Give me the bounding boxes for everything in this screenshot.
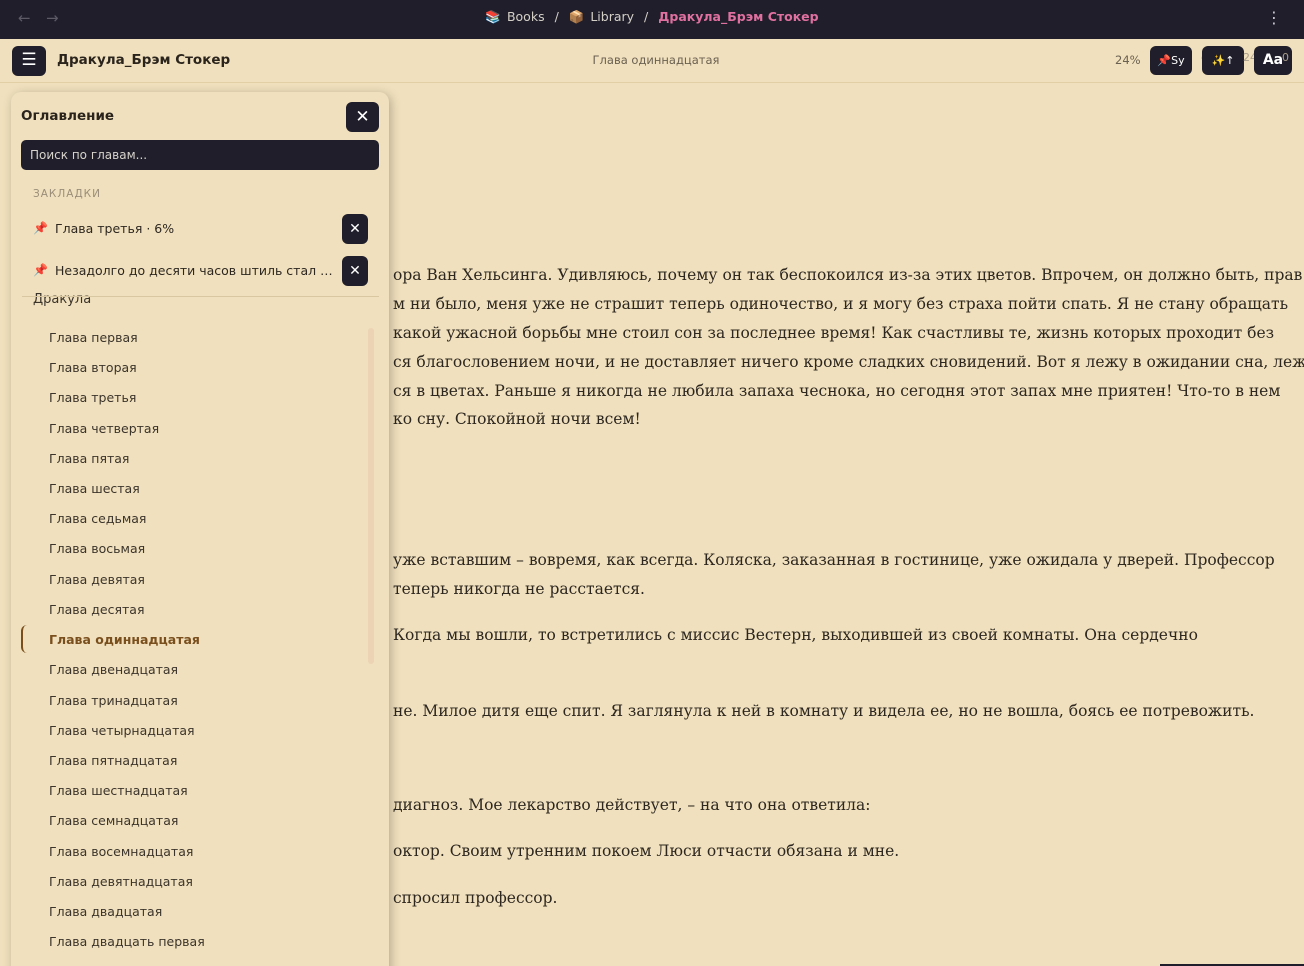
text-line: уже вставшим – вовремя, как всегда. Коля… bbox=[393, 551, 1275, 569]
toc-chapter-item[interactable]: Глава девятнадцатая bbox=[49, 874, 193, 889]
toc-chapter-item[interactable]: Глава восьмая bbox=[49, 541, 145, 556]
toc-chapter-item[interactable]: Глава двадцатая bbox=[49, 904, 162, 919]
books-icon: 📚 bbox=[485, 9, 501, 24]
pin-icon: 📌 bbox=[33, 263, 48, 277]
toc-chapter-item[interactable]: Глава восемнадцатая bbox=[49, 844, 193, 859]
bookmark-label: Глава третья · 6% bbox=[55, 221, 175, 236]
more-menu-icon[interactable]: ⋮ bbox=[1266, 8, 1282, 27]
breadcrumb-separator: / bbox=[554, 9, 559, 24]
toc-chapter-item[interactable]: Глава семнадцатая bbox=[49, 813, 178, 828]
text-line: Когда мы вошли, то встретились с миссис … bbox=[393, 626, 1198, 644]
toc-chapter-item[interactable]: Глава шестнадцатая bbox=[49, 783, 188, 798]
toc-chapter-item[interactable]: Глава пятая bbox=[49, 451, 129, 466]
text-line: м ни было, меня уже не страшит теперь од… bbox=[393, 295, 1289, 313]
reading-progress: 24% bbox=[1115, 53, 1141, 67]
toc-chapter-item[interactable]: Глава четвертая bbox=[49, 421, 159, 436]
toc-chapter-item[interactable]: Глава вторая bbox=[49, 360, 137, 375]
toc-chapter-item[interactable]: Глава седьмая bbox=[49, 511, 146, 526]
toc-chapter-item[interactable]: Глава двадцать первая bbox=[49, 934, 205, 949]
delete-bookmark-button[interactable]: ✕ bbox=[342, 256, 368, 286]
text-line: не. Милое дитя еще спит. Я заглянула к н… bbox=[393, 702, 1255, 720]
chapter-search-input[interactable] bbox=[21, 140, 379, 170]
bookmarks-header: ЗАКЛАДКИ bbox=[33, 188, 101, 200]
library-icon: 📦 bbox=[568, 9, 585, 24]
text-line: октор. Своим утренним покоем Люси отчаст… bbox=[393, 842, 900, 860]
toc-chapter-item[interactable]: Глава третья bbox=[49, 390, 136, 405]
ai-assistant-button[interactable]: ✨↑ bbox=[1202, 46, 1244, 75]
breadcrumb-books[interactable]: Books bbox=[507, 9, 545, 24]
toc-title: Оглавление bbox=[21, 108, 115, 124]
toc-chapter-item[interactable]: Глава тринадцатая bbox=[49, 693, 178, 708]
toc-chapter-item[interactable]: Глава шестая bbox=[49, 481, 140, 496]
breadcrumb-separator: / bbox=[644, 9, 649, 24]
toc-book-name: Дракула bbox=[33, 292, 92, 306]
toc-sidebar: Оглавление ✕ ЗАКЛАДКИ 📌 Глава третья · 6… bbox=[11, 92, 389, 966]
text-line: спросил профессор. bbox=[393, 889, 558, 907]
toc-chapter-item[interactable]: Глава десятая bbox=[49, 602, 144, 617]
reader-header: ☰ Дракула_Брэм Стокер Глава одиннадцатая… bbox=[0, 39, 1304, 83]
toc-chapter-item-active[interactable]: Глава одиннадцатая bbox=[49, 632, 200, 647]
toc-chapter-item[interactable]: Глава четырнадцатая bbox=[49, 723, 195, 738]
bookmark-sync-button[interactable]: 📌Sy bbox=[1150, 46, 1192, 75]
text-line: ко сну. Спокойной ночи всем! bbox=[393, 410, 641, 428]
breadcrumb-current: Дракула_Брэм Стокер bbox=[658, 9, 819, 24]
toc-chapter-item[interactable]: Глава девятая bbox=[49, 572, 145, 587]
text-line: ора Ван Хельсинга. Удивляюсь, почему он … bbox=[393, 266, 1304, 284]
text-line: какой ужасной борьбы мне стоил сон за по… bbox=[393, 324, 1275, 342]
toc-scrollbar[interactable] bbox=[368, 328, 374, 664]
breadcrumb: 📚 Books / 📦 Library / Дракула_Брэм Стокер bbox=[0, 9, 1304, 25]
pin-icon: 📌 bbox=[33, 221, 48, 235]
text-line: диагноз. Мое лекарство действует, – на ч… bbox=[393, 796, 871, 814]
divider bbox=[22, 296, 379, 297]
current-chapter-title: Глава одиннадцатая bbox=[592, 53, 720, 67]
toc-chapter-item[interactable]: Глава первая bbox=[49, 330, 138, 345]
toc-chapter-item[interactable]: Глава двенадцатая bbox=[49, 662, 178, 677]
toc-chapter-item[interactable]: Глава пятнадцатая bbox=[49, 753, 177, 768]
delete-bookmark-button[interactable]: ✕ bbox=[342, 214, 368, 244]
breadcrumb-library[interactable]: Library bbox=[590, 9, 634, 24]
text-line: теперь никогда не расстается. bbox=[393, 580, 645, 598]
counter-label-fragment: 0 bbox=[1282, 51, 1289, 64]
close-toc-button[interactable]: ✕ bbox=[346, 102, 379, 132]
app-topbar: ← → 📚 Books / 📦 Library / Дракула_Брэм Сто… bbox=[0, 0, 1304, 39]
bookmark-item[interactable]: 📌 Незадолго до десяти часов штиль стал п… bbox=[33, 256, 368, 286]
bookmark-item[interactable]: 📌 Глава третья · 6% ✕ bbox=[33, 214, 368, 244]
bookmark-label: Незадолго до десяти часов штиль стал пос… bbox=[55, 263, 337, 278]
text-line: ся благословением ночи, и не доставляет … bbox=[393, 353, 1304, 371]
active-chapter-indicator bbox=[21, 625, 29, 653]
text-line: ся в цветах. Раньше я никогда не любила … bbox=[393, 382, 1281, 400]
